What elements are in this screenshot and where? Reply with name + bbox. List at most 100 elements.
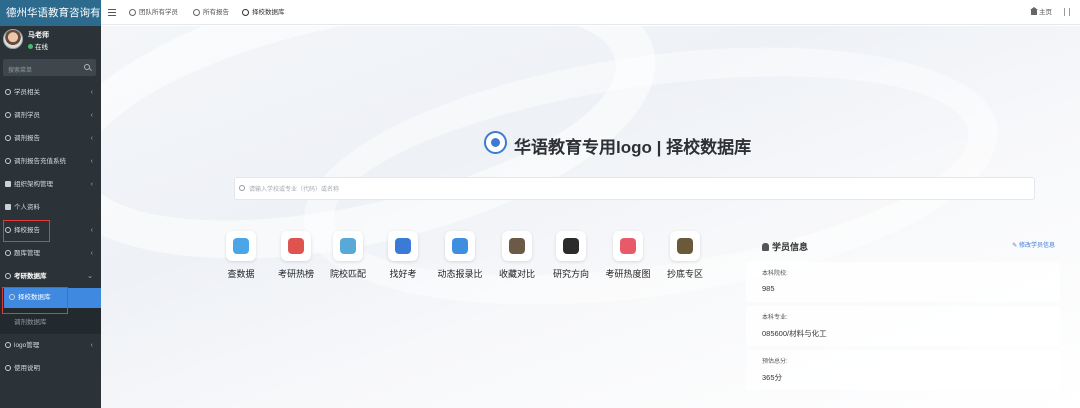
circle-icon xyxy=(5,273,11,279)
monitor-icon xyxy=(340,238,356,254)
heat-bars-icon xyxy=(620,238,636,254)
chevron-left-icon: ‹ xyxy=(90,135,93,142)
chevron-left-icon: ‹ xyxy=(90,112,93,119)
tab-team-students[interactable]: 团队所有学员 xyxy=(129,0,178,25)
quick-link-tile xyxy=(388,231,418,261)
logo-icon xyxy=(484,131,507,154)
sidebar-item-label: 考研数据库 xyxy=(14,273,47,280)
trend-chart-icon xyxy=(452,238,468,254)
chevron-down-icon: ⌄ xyxy=(87,273,93,280)
quick-link-tile xyxy=(333,231,363,261)
info-value: 365分 xyxy=(762,373,783,382)
edit-student-link[interactable]: ✎ 修改学员信息 xyxy=(1012,240,1055,249)
circle-icon xyxy=(5,365,11,371)
quick-link-easy[interactable]: 找好考 xyxy=(377,231,429,280)
badge-v-icon xyxy=(677,238,693,254)
sidebar-item-label: 择校数据库 xyxy=(18,294,51,301)
sidebar-item-school-report[interactable]: 择校报告 ‹ xyxy=(0,219,101,242)
user-icon xyxy=(5,204,11,210)
sidebar-item-label: 题库管理 xyxy=(14,250,40,257)
sidebar-item-adjust-report[interactable]: 调剂报告 ‹ xyxy=(0,127,101,150)
student-info-title: 学员信息 xyxy=(762,240,808,253)
sidebar-menu: 学员相关 ‹ 调剂学员 ‹ 调剂报告 ‹ 调剂报告充值系统 ‹ 组织架构管理 ‹ 个人资料… xyxy=(0,81,101,380)
student-info-panel: 学员信息 ✎ 修改学员信息 本科院校: 985 本科专业: 085600/材料与化工… xyxy=(746,232,1060,402)
school-search xyxy=(234,177,1035,201)
info-label: 预估总分: xyxy=(762,359,788,365)
sidebar-item-logo[interactable]: logo管理 ‹ xyxy=(0,334,101,357)
info-label: 本科院校: xyxy=(762,271,788,277)
online-dot-icon xyxy=(28,44,33,49)
quick-link-label: 找好考 xyxy=(389,269,417,279)
circle-icon xyxy=(9,294,15,300)
sidebar-subitem-wrapper: 择校数据库 xyxy=(0,288,101,311)
quick-link-tile xyxy=(226,231,256,261)
info-label: 本科专业: xyxy=(762,315,788,321)
quick-link-data[interactable]: 查数据 xyxy=(215,231,267,280)
sidebar-item-label: 学员相关 xyxy=(14,89,40,96)
quick-link-tile xyxy=(502,231,532,261)
sidebar-item-student[interactable]: 学员相关 ‹ xyxy=(0,81,101,104)
quick-link-label: 动态报录比 xyxy=(437,269,483,279)
sidebar-item-kaoyan-db[interactable]: 考研数据库 ⌄ xyxy=(0,265,101,288)
chevron-left-icon: ‹ xyxy=(90,89,93,96)
sidebar-item-label: 调剂数据库 xyxy=(14,319,47,326)
quick-link-research[interactable]: 研究方向 xyxy=(545,231,597,280)
quick-link-hot[interactable]: 考研热榜 xyxy=(270,231,322,280)
user-status-text: 在线 xyxy=(35,44,48,51)
quick-link-match[interactable]: 院校匹配 xyxy=(322,231,374,280)
sidebar-item-adjust-students[interactable]: 调剂学员 ‹ xyxy=(0,104,101,127)
sidebar-item-profile[interactable]: 个人资料 xyxy=(0,196,101,219)
quick-link-ratio[interactable]: 动态报录比 xyxy=(434,231,486,280)
chevron-left-icon: ‹ xyxy=(90,227,93,234)
info-value: 985 xyxy=(762,284,775,293)
edit-icon: ✎ xyxy=(1012,243,1019,249)
vs-icon xyxy=(509,238,525,254)
sidebar-item-label: 组织架构管理 xyxy=(14,181,53,188)
home-icon xyxy=(1030,7,1038,15)
sidebar-item-label: 使用说明 xyxy=(14,365,40,372)
chevron-left-icon: ‹ xyxy=(90,250,93,257)
ranking-icon xyxy=(288,238,304,254)
home-label: 主页 xyxy=(1039,9,1052,16)
avatar[interactable] xyxy=(3,29,23,49)
sidebar-item-org[interactable]: 组织架构管理 ‹ xyxy=(0,173,101,196)
circle-icon xyxy=(5,135,11,141)
sidebar-item-label: 个人资料 xyxy=(14,204,40,211)
quick-link-bottom[interactable]: 抄底专区 xyxy=(659,231,711,280)
search-icon[interactable] xyxy=(84,64,90,70)
quick-link-compare[interactable]: 收藏对比 xyxy=(491,231,543,280)
quick-link-label: 考研热榜 xyxy=(277,269,314,279)
menu-toggle-icon[interactable] xyxy=(108,9,116,16)
chevron-left-icon: ‹ xyxy=(90,181,93,188)
search-icon xyxy=(239,185,245,191)
circle-icon xyxy=(5,227,11,233)
sidebar-item-label: 调剂学员 xyxy=(14,112,40,119)
quick-link-tile xyxy=(613,231,643,261)
book-stack-icon xyxy=(395,238,411,254)
sidebar-item-adjust-db[interactable]: 调剂数据库 xyxy=(0,311,101,334)
menu-search-input[interactable] xyxy=(3,62,96,80)
quick-link-label: 院校匹配 xyxy=(329,269,366,279)
sidebar-item-help[interactable]: 使用说明 xyxy=(0,357,101,380)
user-status: 在线 xyxy=(28,41,48,51)
chevron-left-icon: ‹ xyxy=(90,342,93,349)
sidebar-item-question-bank[interactable]: 题库管理 ‹ xyxy=(0,242,101,265)
sidebar-item-school-db[interactable]: 择校数据库 xyxy=(4,288,101,308)
tab-school-db[interactable]: 择校数据库 xyxy=(242,0,285,25)
quick-link-heatmap[interactable]: 考研热度图 xyxy=(602,231,654,280)
school-search-input[interactable] xyxy=(235,179,1034,201)
quick-link-tile xyxy=(281,231,311,261)
more-tabs-icon[interactable] xyxy=(1064,8,1070,16)
graduation-cap-icon xyxy=(563,238,579,254)
info-card-school: 本科院校: 985 xyxy=(746,262,1060,302)
circle-icon xyxy=(5,89,11,95)
tab-all-reports[interactable]: 所有报告 xyxy=(193,0,229,25)
home-link[interactable]: 主页 xyxy=(1030,0,1052,25)
quick-link-tile xyxy=(670,231,700,261)
sidebar-item-label: 调剂报告 xyxy=(14,135,40,142)
circle-icon xyxy=(5,112,11,118)
info-card-score: 预估总分: 365分 xyxy=(746,350,1060,390)
sidebar-item-recharge[interactable]: 调剂报告充值系统 ‹ xyxy=(0,150,101,173)
sidebar-item-label: 调剂报告充值系统 xyxy=(14,158,66,165)
edit-student-label: 修改学员信息 xyxy=(1018,243,1055,249)
